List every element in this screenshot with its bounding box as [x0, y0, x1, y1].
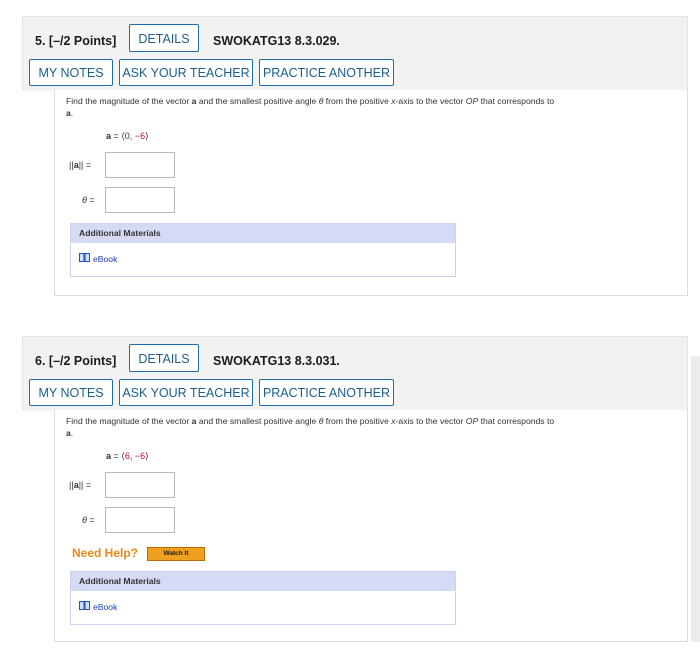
question-6: 6. [–/2 Points] DETAILS SWOKATG13 8.3.03…	[22, 336, 688, 642]
prompt-op: OP	[465, 416, 479, 426]
need-help-label: Need Help?	[72, 546, 139, 560]
right-edge-shadow	[691, 356, 700, 642]
question-6-title: 6. [–/2 Points]	[35, 354, 116, 368]
equation-text: ⟩	[145, 131, 149, 141]
prompt-theta: θ	[318, 96, 324, 106]
question-6-header: 6. [–/2 Points] DETAILS SWOKATG13 8.3.03…	[22, 336, 688, 411]
ask-your-teacher-button[interactable]: ASK YOUR TEACHER	[119, 379, 253, 406]
ebook-link[interactable]: eBook	[93, 254, 117, 264]
prompt-text: .	[70, 108, 74, 118]
my-notes-button[interactable]: MY NOTES	[29, 59, 113, 86]
prompt-text: Find the magnitude of the vector	[66, 416, 190, 426]
ebook-link[interactable]: eBook	[93, 602, 117, 612]
equation-text: ⟩	[145, 451, 149, 461]
label-text: || =	[78, 160, 92, 170]
theta-label: θ =	[82, 515, 95, 525]
question-5-header: 5. [–/2 Points] DETAILS SWOKATG13 8.3.02…	[22, 16, 688, 91]
practice-another-button[interactable]: PRACTICE ANOTHER	[259, 379, 394, 406]
prompt-op: OP	[465, 96, 479, 106]
additional-materials-panel: Additional Materials eBook	[70, 571, 456, 625]
equation-text: = ⟨0,	[113, 131, 135, 141]
equation-value-red: −6	[134, 451, 146, 461]
book-icon	[79, 253, 90, 262]
question-5: 5. [–/2 Points] DETAILS SWOKATG13 8.3.02…	[22, 16, 688, 296]
details-button[interactable]: DETAILS	[129, 24, 199, 52]
equation-variable: a	[106, 131, 112, 141]
vector-equation: a = ⟨6, −6⟩	[106, 451, 149, 462]
question-number: 5.	[35, 34, 46, 48]
prompt-text: and the smallest positive angle	[198, 416, 317, 426]
prompt-text: .	[70, 428, 74, 438]
practice-another-button[interactable]: PRACTICE ANOTHER	[259, 59, 394, 86]
label-text: θ =	[82, 515, 95, 525]
prompt-text: from the positive	[325, 416, 389, 426]
vector-equation: a = ⟨0, −6⟩	[106, 131, 149, 142]
question-code: SWOKATG13 8.3.031.	[213, 354, 340, 368]
prompt-vector: a	[191, 96, 197, 106]
additional-materials-panel: Additional Materials eBook	[70, 223, 456, 277]
question-points: [–/2 Points]	[48, 34, 117, 48]
details-button[interactable]: DETAILS	[129, 344, 199, 372]
prompt-vector: a	[191, 416, 197, 426]
equation-variable: a	[106, 451, 112, 461]
prompt-text: that corresponds to	[480, 416, 555, 426]
question-prompt: Find the magnitude of the vector a and t…	[66, 415, 678, 439]
additional-materials-header: Additional Materials	[71, 572, 455, 591]
question-6-body: Find the magnitude of the vector a and t…	[54, 410, 688, 642]
theta-input[interactable]	[105, 507, 175, 533]
additional-materials-header: Additional Materials	[71, 224, 455, 243]
my-notes-button[interactable]: MY NOTES	[29, 379, 113, 406]
prompt-theta: θ	[318, 416, 324, 426]
prompt-text: and the smallest positive angle	[198, 96, 317, 106]
label-text: θ =	[82, 195, 95, 205]
question-points: [–/2 Points]	[48, 354, 117, 368]
prompt-text: -axis to the vector	[395, 96, 464, 106]
magnitude-input[interactable]	[105, 152, 175, 178]
equation-text: = ⟨	[113, 451, 125, 461]
prompt-text: from the positive	[325, 96, 389, 106]
watch-it-button[interactable]: Watch It	[147, 547, 205, 561]
book-icon	[79, 601, 90, 610]
prompt-text: -axis to the vector	[395, 416, 464, 426]
question-code: SWOKATG13 8.3.029.	[213, 34, 340, 48]
prompt-text: that corresponds to	[480, 96, 555, 106]
prompt-text: Find the magnitude of the vector	[66, 96, 190, 106]
theta-input[interactable]	[105, 187, 175, 213]
question-prompt: Find the magnitude of the vector a and t…	[66, 95, 678, 119]
ebook-link-row[interactable]: eBook	[71, 243, 455, 276]
question-5-body: Find the magnitude of the vector a and t…	[54, 90, 688, 296]
magnitude-input[interactable]	[105, 472, 175, 498]
question-5-title: 5. [–/2 Points]	[35, 34, 116, 48]
ebook-link-row[interactable]: eBook	[71, 591, 455, 624]
theta-label: θ =	[82, 195, 95, 205]
magnitude-label: ||a|| =	[69, 160, 91, 170]
ask-your-teacher-button[interactable]: ASK YOUR TEACHER	[119, 59, 253, 86]
question-number: 6.	[35, 354, 46, 368]
equation-value-red: −6	[134, 131, 146, 141]
magnitude-label: ||a|| =	[69, 480, 91, 490]
label-text: || =	[78, 480, 92, 490]
